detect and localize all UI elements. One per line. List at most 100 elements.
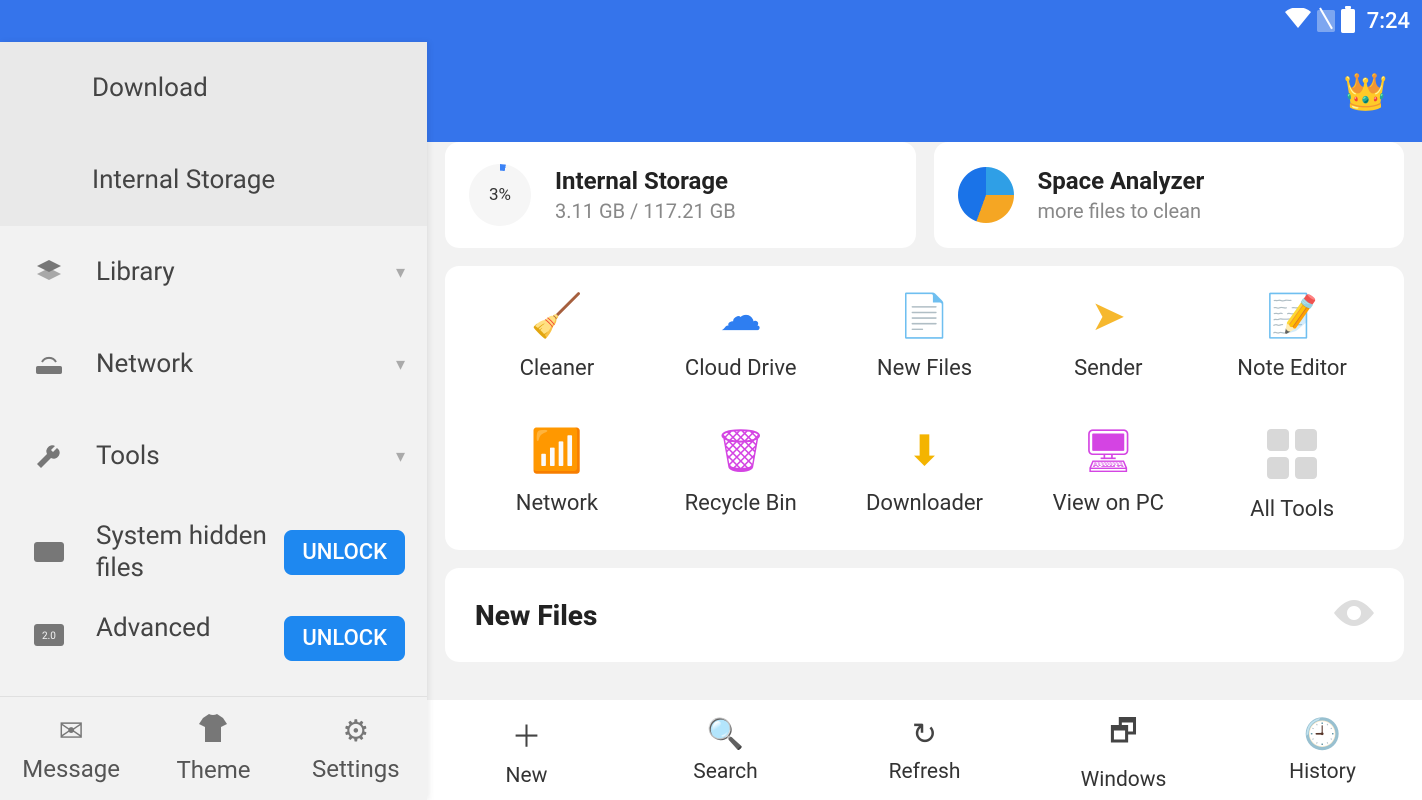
sidebar-section-network[interactable]: Network ▾ [0,318,427,410]
sidebar-section-label: Library [96,257,175,287]
button-label: Refresh [889,760,961,784]
card-title: Space Analyzer [1038,167,1205,195]
tool-sender[interactable]: ➤ Sender [1016,294,1200,381]
button-label: Settings [312,755,400,783]
tool-view-on-pc[interactable]: 🖥 View on PC [1016,429,1200,522]
recycle-bin-icon: 🗑 [717,429,765,473]
battery-icon [1341,9,1355,33]
drawer-message-button[interactable]: ✉ Message [0,697,142,800]
status-bar: 7:24 [0,0,1422,42]
sidebar-section-label: Tools [96,441,160,471]
tool-label: Recycle Bin [685,491,797,516]
chevron-down-icon: ▾ [396,446,405,467]
tool-cloud-drive[interactable]: ☁ Cloud Drive [649,294,833,381]
new-files-icon: 📄 [900,294,948,338]
tool-label: Sender [1074,356,1142,381]
sidebar-item-label: Advanced [96,612,284,645]
pie-chart-icon [958,167,1014,223]
sidebar-section-library[interactable]: Library ▾ [0,226,427,318]
drawer-bottom-bar: ✉ Message Theme ⚙ Settings [0,696,427,800]
drawer-settings-button[interactable]: ⚙ Settings [285,697,427,800]
bottombar-refresh-button[interactable]: ↻Refresh [825,700,1024,800]
tool-label: Downloader [866,491,983,516]
downloader-icon: ⬇ [900,429,948,473]
crown-premium-icon[interactable]: 👑 [1343,71,1388,113]
network-icon [32,347,66,381]
tool-label: Cleaner [520,356,595,381]
card-title: Internal Storage [555,167,736,195]
sidebar-item-internal-storage[interactable]: Internal Storage [0,134,427,226]
internal-storage-card[interactable]: 3% Internal Storage 3.11 GB / 117.21 GB [445,142,916,248]
advanced-icon: 2.0 [32,618,66,652]
space-analyzer-card[interactable]: Space Analyzer more files to clean [934,142,1405,248]
cloud-drive-icon: ☁ [717,294,765,338]
section-title: New Files [475,599,597,632]
svg-text:2.0: 2.0 [42,631,56,642]
wifi-icon [1285,8,1311,34]
windows-icon: 🗗 [1109,709,1137,760]
clock: 7:24 [1367,9,1410,34]
no-sim-icon [1317,10,1335,32]
unlock-button[interactable]: UNLOCK [284,616,405,661]
button-label: New [506,764,548,788]
tools-grid: 🧹 Cleaner ☁ Cloud Drive 📄New Files ➤ Sender 📝 No… [445,266,1404,550]
unlock-button[interactable]: UNLOCK [284,530,405,575]
sender-icon: ➤ [1084,294,1132,338]
tool-label: Note Editor [1237,356,1347,381]
cleaner-icon: 🧹 [533,294,581,338]
bottombar-search-button[interactable]: 🔍 Search [626,700,825,800]
sidebar-item-advanced[interactable]: 2.0 Advanced UNLOCK [0,602,427,696]
tool-new-files[interactable]: 📄New Files [833,294,1017,381]
card-subtitle: more files to clean [1038,199,1205,223]
chevron-down-icon: ▾ [396,354,405,375]
sidebar-item-label: Download [92,73,208,103]
new-files-card[interactable]: New Files [445,568,1404,662]
history-icon: 🕘 [1304,717,1341,752]
sidebar-section-tools[interactable]: Tools ▾ [0,410,427,502]
button-label: Theme [176,756,250,784]
network-icon: 📶 [533,429,581,473]
button-label: Windows [1081,768,1167,792]
tool-label: All Tools [1250,497,1334,522]
sidebar-item-system-hidden-files[interactable]: System hidden files UNLOCK [0,502,427,602]
tool-cleaner[interactable]: 🧹 Cleaner [465,294,649,381]
bottom-toolbar: ＋ New 🔍 Search ↻Refresh 🗗 Windows 🕘 History [427,700,1422,800]
storage-percent: 3% [489,185,511,205]
search-icon: 🔍 [707,717,744,752]
note-editor-icon: 📝 [1268,294,1316,338]
bottombar-history-button[interactable]: 🕘 History [1223,700,1422,800]
envelope-icon: ✉ [59,714,84,749]
storage-usage-label: 3.11 GB / 117.21 GB [555,199,736,223]
library-icon [32,255,66,289]
new-icon: ＋ [512,712,542,756]
storage-donut-icon: 3% [469,164,531,226]
view-on-pc-icon: 🖥 [1084,429,1132,473]
tool-label: Network [516,491,598,516]
shirt-icon [197,714,229,750]
hidden-files-icon [32,535,66,569]
tool-network[interactable]: 📶 Network [465,429,649,522]
button-label: Message [22,755,120,783]
bottombar-new-button[interactable]: ＋ New [427,700,626,800]
sidebar-item-label: Internal Storage [92,165,275,195]
tool-label: View on PC [1053,491,1164,516]
tool-label: Cloud Drive [685,356,797,381]
tool-recycle-bin[interactable]: 🗑 Recycle Bin [649,429,833,522]
sidebar-section-label: Network [96,349,193,379]
tool-downloader[interactable]: ⬇ Downloader [833,429,1017,522]
bottombar-windows-button[interactable]: 🗗 Windows [1024,700,1223,800]
button-label: History [1289,760,1356,784]
button-label: Search [693,760,758,784]
tool-all-tools[interactable]: All Tools [1200,429,1384,522]
tools-icon [32,439,66,473]
all-tools-icon [1267,429,1317,479]
tool-note-editor[interactable]: 📝 Note Editor [1200,294,1384,381]
drawer-theme-button[interactable]: Theme [142,697,284,800]
gear-icon: ⚙ [342,714,369,749]
eye-icon[interactable] [1334,596,1374,634]
sidebar-drawer: Download Internal Storage Library ▾ Netw… [0,42,427,800]
sidebar-item-label: System hidden files [96,520,284,585]
sidebar-item-download[interactable]: Download [0,42,427,134]
main-content: 3% Internal Storage 3.11 GB / 117.21 GB … [427,142,1422,700]
chevron-down-icon: ▾ [396,262,405,283]
